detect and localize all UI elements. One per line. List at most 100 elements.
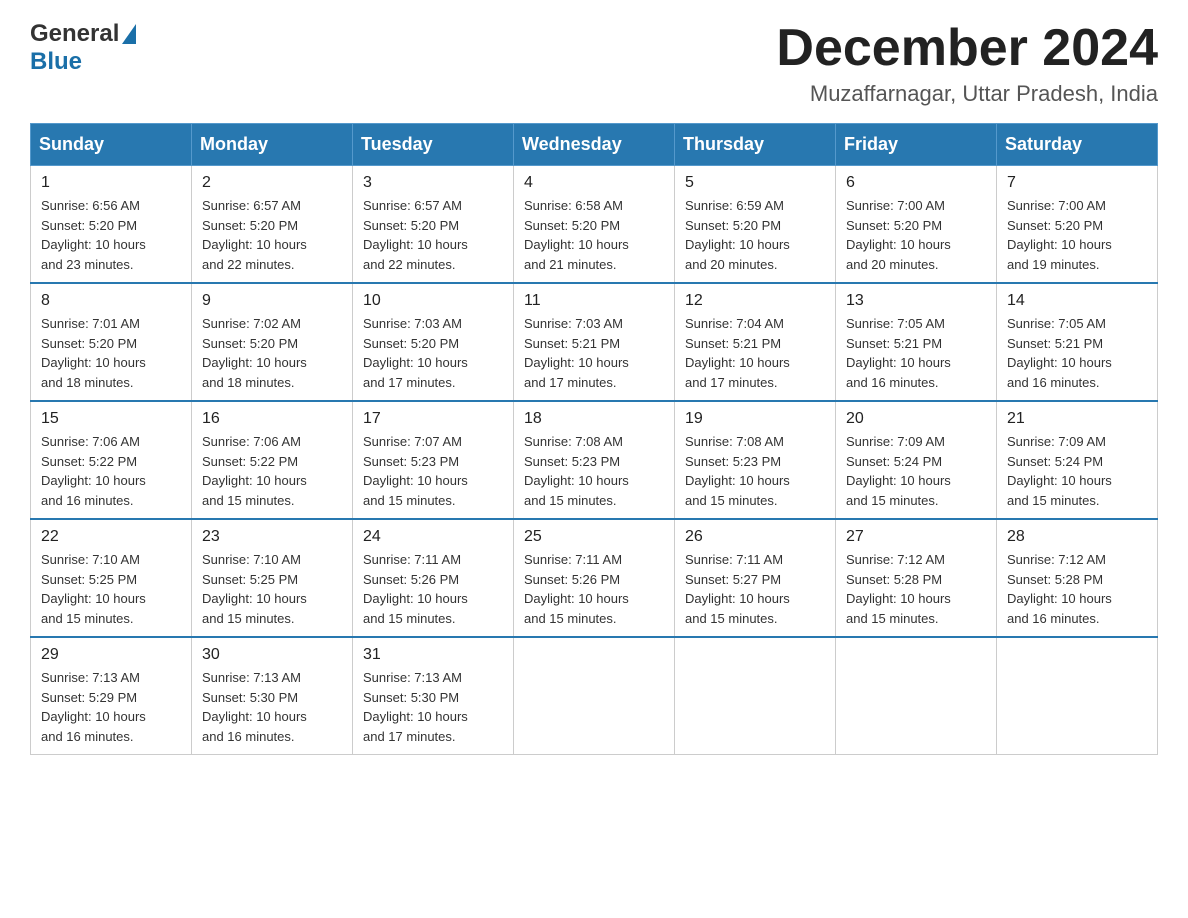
day-number: 28 <box>1007 528 1147 546</box>
calendar-cell: 25 Sunrise: 7:11 AM Sunset: 5:26 PM Dayl… <box>514 519 675 637</box>
calendar-cell: 24 Sunrise: 7:11 AM Sunset: 5:26 PM Dayl… <box>353 519 514 637</box>
day-info: Sunrise: 6:57 AM Sunset: 5:20 PM Dayligh… <box>363 196 503 274</box>
day-info: Sunrise: 7:05 AM Sunset: 5:21 PM Dayligh… <box>846 314 986 392</box>
day-info: Sunrise: 7:01 AM Sunset: 5:20 PM Dayligh… <box>41 314 181 392</box>
day-info: Sunrise: 7:13 AM Sunset: 5:30 PM Dayligh… <box>202 668 342 746</box>
day-info: Sunrise: 7:10 AM Sunset: 5:25 PM Dayligh… <box>41 550 181 628</box>
calendar-week-row: 29 Sunrise: 7:13 AM Sunset: 5:29 PM Dayl… <box>31 637 1158 755</box>
day-number: 30 <box>202 646 342 664</box>
calendar-cell: 4 Sunrise: 6:58 AM Sunset: 5:20 PM Dayli… <box>514 166 675 284</box>
day-number: 5 <box>685 174 825 192</box>
day-number: 7 <box>1007 174 1147 192</box>
day-info: Sunrise: 7:11 AM Sunset: 5:26 PM Dayligh… <box>524 550 664 628</box>
day-info: Sunrise: 7:12 AM Sunset: 5:28 PM Dayligh… <box>1007 550 1147 628</box>
day-number: 26 <box>685 528 825 546</box>
calendar-cell: 27 Sunrise: 7:12 AM Sunset: 5:28 PM Dayl… <box>836 519 997 637</box>
calendar-cell: 7 Sunrise: 7:00 AM Sunset: 5:20 PM Dayli… <box>997 166 1158 284</box>
day-info: Sunrise: 7:08 AM Sunset: 5:23 PM Dayligh… <box>685 432 825 510</box>
day-number: 9 <box>202 292 342 310</box>
page-header: General Blue December 2024 Muzaffarnagar… <box>30 20 1158 107</box>
title-area: December 2024 Muzaffarnagar, Uttar Prade… <box>776 20 1158 107</box>
day-number: 31 <box>363 646 503 664</box>
calendar-cell: 2 Sunrise: 6:57 AM Sunset: 5:20 PM Dayli… <box>192 166 353 284</box>
day-number: 15 <box>41 410 181 428</box>
day-number: 2 <box>202 174 342 192</box>
day-number: 12 <box>685 292 825 310</box>
calendar-cell: 29 Sunrise: 7:13 AM Sunset: 5:29 PM Dayl… <box>31 637 192 755</box>
calendar-cell: 31 Sunrise: 7:13 AM Sunset: 5:30 PM Dayl… <box>353 637 514 755</box>
calendar-cell: 28 Sunrise: 7:12 AM Sunset: 5:28 PM Dayl… <box>997 519 1158 637</box>
day-info: Sunrise: 6:58 AM Sunset: 5:20 PM Dayligh… <box>524 196 664 274</box>
day-number: 27 <box>846 528 986 546</box>
calendar-cell: 13 Sunrise: 7:05 AM Sunset: 5:21 PM Dayl… <box>836 283 997 401</box>
day-info: Sunrise: 7:00 AM Sunset: 5:20 PM Dayligh… <box>846 196 986 274</box>
calendar-week-row: 8 Sunrise: 7:01 AM Sunset: 5:20 PM Dayli… <box>31 283 1158 401</box>
day-info: Sunrise: 7:10 AM Sunset: 5:25 PM Dayligh… <box>202 550 342 628</box>
calendar-header-row: SundayMondayTuesdayWednesdayThursdayFrid… <box>31 124 1158 166</box>
day-number: 13 <box>846 292 986 310</box>
calendar-cell: 3 Sunrise: 6:57 AM Sunset: 5:20 PM Dayli… <box>353 166 514 284</box>
calendar-cell: 10 Sunrise: 7:03 AM Sunset: 5:20 PM Dayl… <box>353 283 514 401</box>
calendar-cell: 8 Sunrise: 7:01 AM Sunset: 5:20 PM Dayli… <box>31 283 192 401</box>
calendar-cell: 6 Sunrise: 7:00 AM Sunset: 5:20 PM Dayli… <box>836 166 997 284</box>
day-info: Sunrise: 7:11 AM Sunset: 5:27 PM Dayligh… <box>685 550 825 628</box>
day-number: 14 <box>1007 292 1147 310</box>
day-number: 16 <box>202 410 342 428</box>
day-number: 10 <box>363 292 503 310</box>
calendar-cell: 18 Sunrise: 7:08 AM Sunset: 5:23 PM Dayl… <box>514 401 675 519</box>
day-info: Sunrise: 7:03 AM Sunset: 5:21 PM Dayligh… <box>524 314 664 392</box>
header-tuesday: Tuesday <box>353 124 514 166</box>
calendar-week-row: 15 Sunrise: 7:06 AM Sunset: 5:22 PM Dayl… <box>31 401 1158 519</box>
calendar-cell <box>675 637 836 755</box>
day-number: 3 <box>363 174 503 192</box>
calendar-table: SundayMondayTuesdayWednesdayThursdayFrid… <box>30 123 1158 755</box>
location-text: Muzaffarnagar, Uttar Pradesh, India <box>776 81 1158 107</box>
day-info: Sunrise: 6:57 AM Sunset: 5:20 PM Dayligh… <box>202 196 342 274</box>
day-number: 24 <box>363 528 503 546</box>
calendar-cell: 21 Sunrise: 7:09 AM Sunset: 5:24 PM Dayl… <box>997 401 1158 519</box>
calendar-cell: 22 Sunrise: 7:10 AM Sunset: 5:25 PM Dayl… <box>31 519 192 637</box>
header-thursday: Thursday <box>675 124 836 166</box>
day-info: Sunrise: 7:03 AM Sunset: 5:20 PM Dayligh… <box>363 314 503 392</box>
day-info: Sunrise: 7:06 AM Sunset: 5:22 PM Dayligh… <box>41 432 181 510</box>
day-info: Sunrise: 7:07 AM Sunset: 5:23 PM Dayligh… <box>363 432 503 510</box>
day-number: 18 <box>524 410 664 428</box>
calendar-cell: 11 Sunrise: 7:03 AM Sunset: 5:21 PM Dayl… <box>514 283 675 401</box>
day-number: 20 <box>846 410 986 428</box>
month-title: December 2024 <box>776 20 1158 77</box>
day-number: 6 <box>846 174 986 192</box>
calendar-cell: 15 Sunrise: 7:06 AM Sunset: 5:22 PM Dayl… <box>31 401 192 519</box>
logo-general-text: General <box>30 20 119 48</box>
calendar-cell: 23 Sunrise: 7:10 AM Sunset: 5:25 PM Dayl… <box>192 519 353 637</box>
calendar-cell <box>514 637 675 755</box>
calendar-week-row: 22 Sunrise: 7:10 AM Sunset: 5:25 PM Dayl… <box>31 519 1158 637</box>
calendar-week-row: 1 Sunrise: 6:56 AM Sunset: 5:20 PM Dayli… <box>31 166 1158 284</box>
calendar-cell: 12 Sunrise: 7:04 AM Sunset: 5:21 PM Dayl… <box>675 283 836 401</box>
logo: General Blue <box>30 20 136 76</box>
day-info: Sunrise: 7:09 AM Sunset: 5:24 PM Dayligh… <box>846 432 986 510</box>
calendar-cell: 5 Sunrise: 6:59 AM Sunset: 5:20 PM Dayli… <box>675 166 836 284</box>
logo-arrow-icon <box>122 24 136 44</box>
day-info: Sunrise: 6:56 AM Sunset: 5:20 PM Dayligh… <box>41 196 181 274</box>
day-info: Sunrise: 7:05 AM Sunset: 5:21 PM Dayligh… <box>1007 314 1147 392</box>
header-monday: Monday <box>192 124 353 166</box>
day-info: Sunrise: 7:00 AM Sunset: 5:20 PM Dayligh… <box>1007 196 1147 274</box>
day-number: 21 <box>1007 410 1147 428</box>
calendar-cell: 19 Sunrise: 7:08 AM Sunset: 5:23 PM Dayl… <box>675 401 836 519</box>
day-number: 11 <box>524 292 664 310</box>
day-info: Sunrise: 7:02 AM Sunset: 5:20 PM Dayligh… <box>202 314 342 392</box>
calendar-cell: 9 Sunrise: 7:02 AM Sunset: 5:20 PM Dayli… <box>192 283 353 401</box>
day-number: 8 <box>41 292 181 310</box>
header-wednesday: Wednesday <box>514 124 675 166</box>
day-number: 4 <box>524 174 664 192</box>
day-number: 17 <box>363 410 503 428</box>
day-info: Sunrise: 7:06 AM Sunset: 5:22 PM Dayligh… <box>202 432 342 510</box>
day-number: 25 <box>524 528 664 546</box>
logo-blue-text: Blue <box>30 48 82 75</box>
calendar-cell: 16 Sunrise: 7:06 AM Sunset: 5:22 PM Dayl… <box>192 401 353 519</box>
calendar-cell <box>997 637 1158 755</box>
day-info: Sunrise: 7:11 AM Sunset: 5:26 PM Dayligh… <box>363 550 503 628</box>
calendar-cell: 26 Sunrise: 7:11 AM Sunset: 5:27 PM Dayl… <box>675 519 836 637</box>
day-info: Sunrise: 7:12 AM Sunset: 5:28 PM Dayligh… <box>846 550 986 628</box>
calendar-cell <box>836 637 997 755</box>
